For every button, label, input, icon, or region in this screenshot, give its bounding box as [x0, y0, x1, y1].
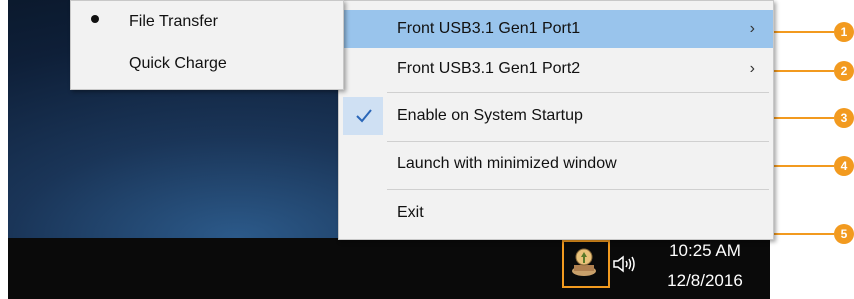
callout-badge-5: 5 — [834, 224, 854, 244]
callout-badge-3: 3 — [834, 108, 854, 128]
tray-context-menu: Front USB3.1 Gen1 Port1 › Front USB3.1 G… — [338, 0, 774, 240]
clock-date[interactable]: 12/8/2016 — [650, 271, 760, 291]
port-mode-submenu: File Transfer Quick Charge — [70, 0, 344, 90]
submenu-item-label: File Transfer — [129, 13, 218, 30]
menu-item-label: Enable on System Startup — [397, 107, 583, 124]
submenu-item-label: Quick Charge — [129, 55, 227, 72]
callout-badge-2: 2 — [834, 61, 854, 81]
menu-item-port1[interactable]: Front USB3.1 Gen1 Port1 › — [339, 10, 773, 48]
menu-separator — [387, 92, 769, 93]
clock-time[interactable]: 10:25 AM — [650, 241, 760, 261]
callout-badge-1: 1 — [834, 22, 854, 42]
menu-item-launch-minimized[interactable]: Launch with minimized window — [339, 145, 773, 183]
menu-item-label: Launch with minimized window — [397, 155, 617, 172]
menu-separator — [387, 141, 769, 142]
menu-item-label: Front USB3.1 Gen1 Port2 — [397, 60, 581, 77]
menu-item-label: Front USB3.1 Gen1 Port1 — [397, 20, 581, 37]
menu-item-port2[interactable]: Front USB3.1 Gen1 Port2 › — [339, 50, 773, 88]
submenu-item-quick-charge[interactable]: Quick Charge — [71, 45, 343, 89]
menu-item-enable-startup[interactable]: Enable on System Startup — [339, 97, 773, 135]
chevron-right-icon: › — [749, 20, 755, 37]
speaker-icon[interactable] — [612, 254, 636, 274]
callout-badge-4: 4 — [834, 156, 854, 176]
menu-separator — [387, 189, 769, 190]
chevron-right-icon: › — [749, 60, 755, 77]
selected-bullet-icon — [91, 15, 99, 23]
usb-charger-app-icon[interactable] — [570, 247, 598, 277]
checkmark-icon — [356, 109, 372, 123]
menu-item-exit[interactable]: Exit — [339, 194, 773, 232]
menu-item-label: Exit — [397, 204, 424, 221]
submenu-item-file-transfer[interactable]: File Transfer — [71, 1, 343, 45]
